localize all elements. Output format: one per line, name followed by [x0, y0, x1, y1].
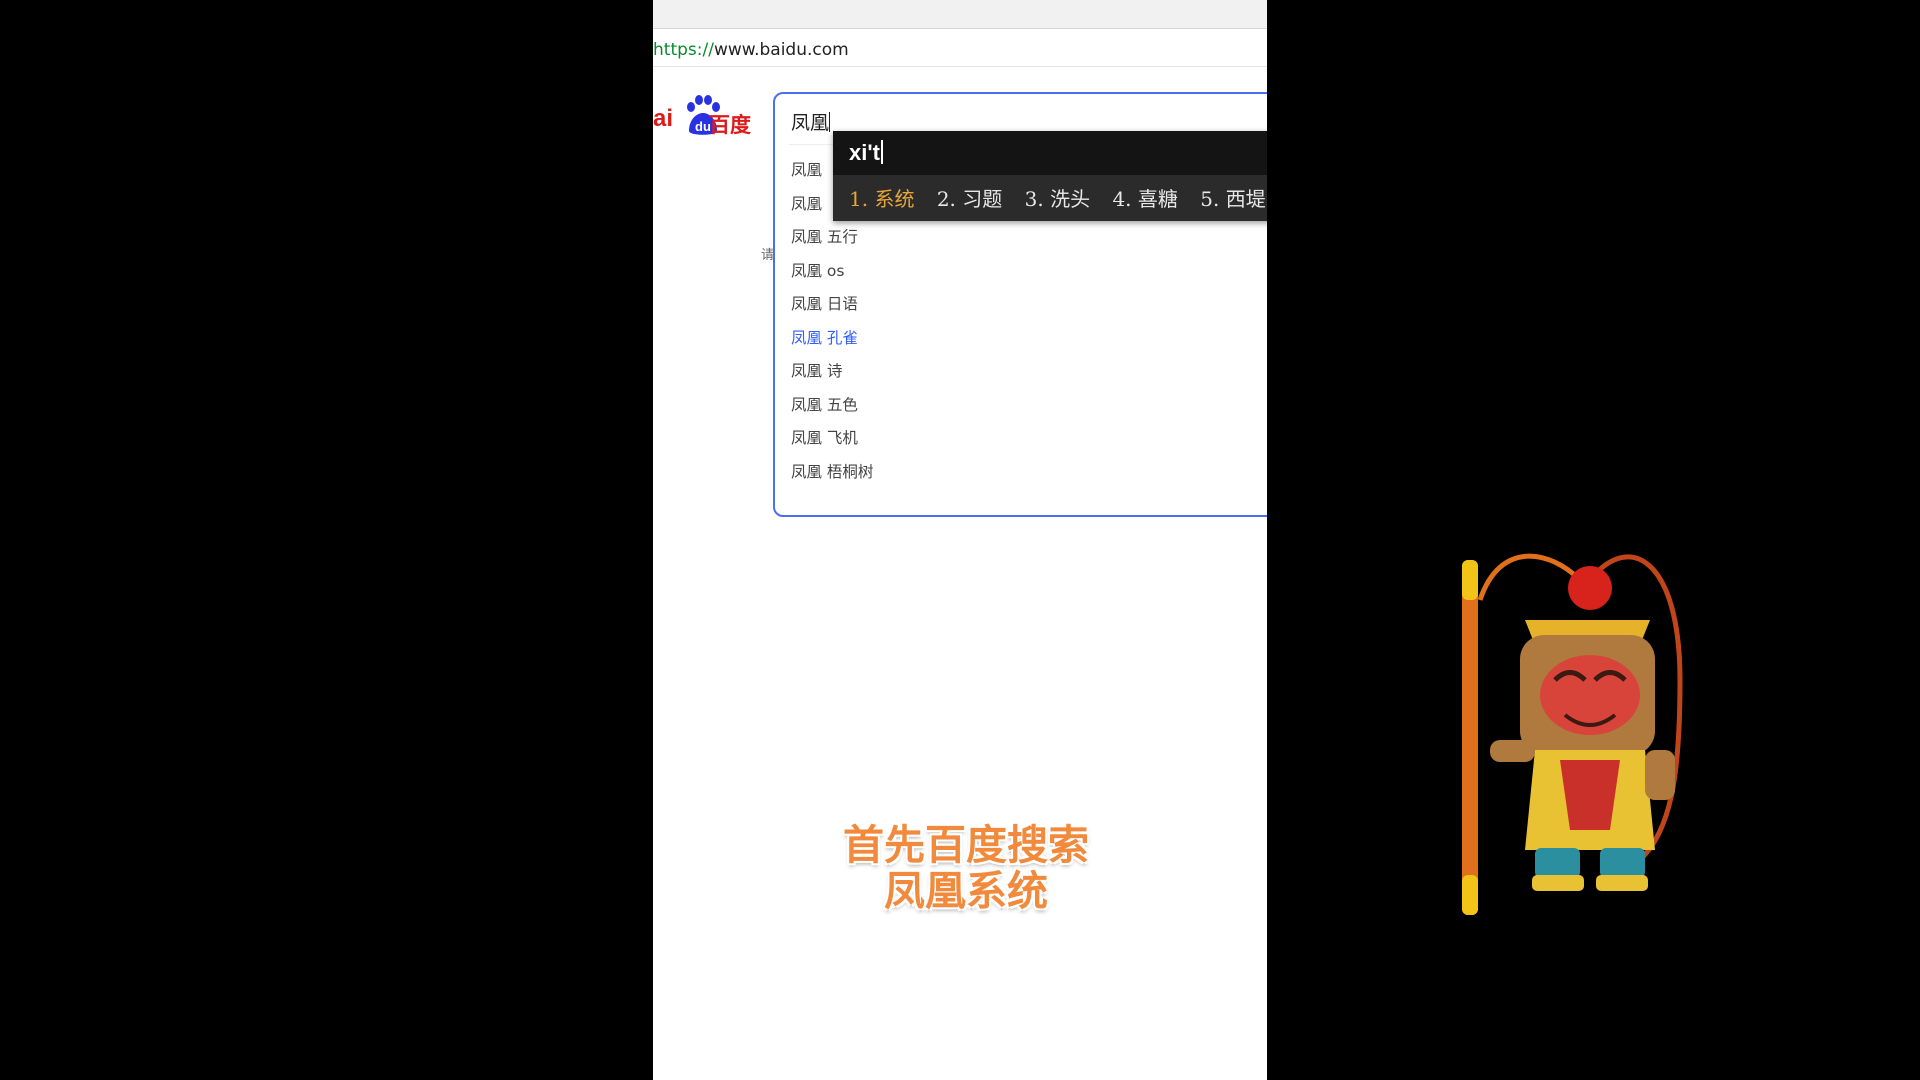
suggestion-item[interactable]: 凤凰 诗	[791, 355, 873, 389]
suggestion-item[interactable]: 凤凰 五行	[791, 221, 873, 255]
ime-composition: xi't	[833, 131, 1267, 175]
url-scheme: https://	[653, 40, 714, 60]
logo-text-ai: ai	[653, 105, 674, 132]
monkey-king-icon	[1462, 553, 1683, 915]
search-input[interactable]: 凤凰	[791, 108, 831, 135]
suggestion-item-active[interactable]: 凤凰 孔雀	[791, 322, 873, 356]
suggestion-item[interactable]: 凤凰 五色	[791, 389, 873, 423]
ime-candidate[interactable]: 5. 西堤	[1200, 187, 1265, 211]
suggestion-item[interactable]: 凤凰 os	[791, 255, 873, 289]
search-query: 凤凰	[791, 112, 830, 134]
tab-strip	[653, 0, 1267, 29]
url-host: www.baidu.com	[713, 40, 849, 60]
ime-candidate-selected[interactable]: 1. 系统	[849, 187, 914, 211]
suggestion-item[interactable]: 凤凰 飞机	[791, 422, 873, 456]
suggestion-item[interactable]: 凤凰 日语	[791, 288, 873, 322]
address-bar[interactable]: https://www.baidu.com	[653, 34, 1267, 67]
ime-caret	[880, 140, 883, 164]
logo-text-cn: 百度	[709, 113, 751, 137]
text-caret	[829, 112, 831, 132]
ime-candidate[interactable]: 4. 喜糖	[1112, 187, 1177, 211]
ime-candidate[interactable]: 2. 习题	[937, 187, 1002, 211]
ime-candidate-window: xi't 1. 系统 2. 习题 3. 洗头 4. 喜糖 5. 西堤	[833, 131, 1267, 221]
baidu-logo[interactable]: ai du 百度	[653, 95, 753, 141]
ime-candidates: 1. 系统 2. 习题 3. 洗头 4. 喜糖 5. 西堤	[849, 177, 1267, 221]
caption-line-2: 凤凰系统	[884, 867, 1048, 915]
video-caption: 首先百度搜索 凤凰系统	[838, 822, 1094, 914]
suggestion-item[interactable]: 凤凰 梧桐树	[791, 456, 873, 490]
ime-candidate[interactable]: 3. 洗头	[1025, 187, 1090, 211]
browser-window: https://www.baidu.com ai du 百度 请 凤凰 凤凰 凤…	[653, 0, 1267, 1080]
caption-line-1: 首先百度搜索	[843, 821, 1089, 869]
ime-composition-text: xi't	[849, 140, 880, 165]
